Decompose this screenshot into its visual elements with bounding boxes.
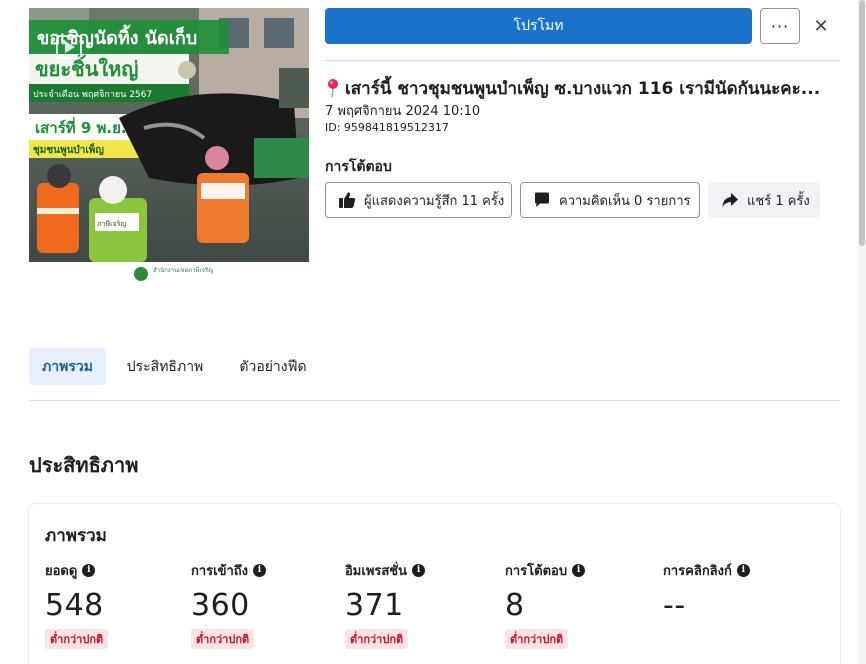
performance-section-title: ประสิทธิภาพ [29, 453, 139, 477]
metric-impressions-value: 371 [345, 588, 404, 623]
metric-engagement-label: การโต้ตอบ [505, 564, 568, 579]
info-icon[interactable]: i [82, 564, 96, 577]
post-thumbnail[interactable]: ขอเชิญนัดทิ้ง นัดเก็บ ขยะชิ้นใหญ่ ประจำเ… [29, 8, 309, 288]
metric-impressions: อิมเพรสชั่น i 371 ต่ำกว่าปกติ [345, 560, 426, 649]
metric-engagement: การโต้ตอบ i 8 ต่ำกว่าปกติ [505, 560, 586, 649]
svg-text:ขยะชิ้นใหญ่: ขยะชิ้นใหญ่ [35, 54, 138, 81]
metric-impressions-label: อิมเพรสชั่น [345, 564, 408, 579]
close-button[interactable]: ✕ [808, 12, 834, 40]
post-insights-panel: ขอเชิญนัดทิ้ง นัดเก็บ ขยะชิ้นใหญ่ ประจำเ… [0, 0, 858, 664]
comments-label: ความคิดเห็น 0 รายการ [559, 193, 691, 209]
metric-views-label: ยอดดู [45, 564, 78, 579]
metric-engagement-badge: ต่ำกว่าปกติ [505, 629, 569, 649]
thumbs-up-icon [339, 192, 356, 208]
post-title-text: เสาร์นี้ ชาวชุมชนพูนบำเพ็ญ ซ.บางแวก 116 … [345, 78, 821, 99]
scrollbar-thumb[interactable] [859, 0, 865, 246]
metric-reach-badge: ต่ำกว่าปกติ [191, 629, 255, 649]
post-date: 7 พฤศจิกายน 2024 10:10 [325, 104, 481, 119]
post-id: ID: 959841819512317 [325, 121, 449, 134]
tab-feed-preview[interactable]: ตัวอย่างฟีด [228, 348, 318, 385]
close-icon: ✕ [813, 15, 829, 37]
info-icon[interactable]: i [412, 564, 426, 577]
tab-performance-label: ประสิทธิภาพ [126, 358, 204, 375]
info-icon[interactable]: i [736, 564, 750, 577]
interactions-label: การโต้ตอบ [325, 159, 392, 175]
header-divider [325, 60, 840, 61]
metric-reach: การเข้าถึง i 360 ต่ำกว่าปกติ [191, 560, 267, 649]
share-arrow-icon [722, 193, 738, 207]
shares-label: แชร์ 1 ครั้ง [747, 193, 810, 209]
metric-views: ยอดดู i 548 ต่ำกว่าปกติ [45, 560, 109, 649]
metric-link-clicks-value: -- [663, 588, 686, 623]
svg-text:ชุมชนพูนบำเพ็ญ: ชุมชนพูนบำเพ็ญ [33, 142, 104, 157]
reactions-label: ผู้แสดงความรู้สึก 11 ครั้ง [364, 193, 505, 209]
tab-overview[interactable]: ภาพรวม [29, 348, 106, 385]
svg-text:สำนักงานเขตภาษีเจริญ: สำนักงานเขตภาษีเจริญ [153, 266, 213, 274]
metric-reach-value: 360 [191, 588, 250, 623]
metric-views-badge: ต่ำกว่าปกติ [45, 629, 109, 649]
shares-button[interactable]: แชร์ 1 ครั้ง [708, 182, 820, 218]
post-title[interactable]: เสาร์นี้ ชาวชุมชนพูนบำเพ็ญ ซ.บางแวก 116 … [325, 76, 840, 100]
svg-text:ประจำเดือน พฤศจิกายน 2567: ประจำเดือน พฤศจิกายน 2567 [33, 89, 152, 100]
tabs-divider [29, 400, 840, 401]
metric-link-clicks: การคลิกลิงก์ i -- [663, 560, 750, 623]
metric-reach-label: การเข้าถึง [191, 564, 249, 579]
tab-overview-label: ภาพรวม [42, 358, 93, 375]
overview-card-title: ภาพรวม [45, 526, 107, 546]
comments-button[interactable]: ความคิดเห็น 0 รายการ [520, 182, 700, 218]
info-icon[interactable]: i [572, 564, 586, 577]
more-options-button[interactable]: ··· [760, 8, 800, 44]
metric-link-clicks-label: การคลิกลิงก์ [663, 564, 732, 579]
tab-feed-preview-label: ตัวอย่างฟีด [239, 358, 307, 375]
comment-icon [535, 192, 549, 207]
metric-engagement-value: 8 [505, 588, 525, 623]
svg-text:ภาษีเจริญ: ภาษีเจริญ [97, 220, 126, 228]
post-thumbnail-image: ขอเชิญนัดทิ้ง นัดเก็บ ขยะชิ้นใหญ่ ประจำเ… [29, 8, 309, 288]
more-dots-icon: ··· [770, 16, 790, 36]
overview-card: ภาพรวม ยอดดู i 548 ต่ำกว่าปกติ การเข้าถึ… [29, 504, 840, 664]
promote-button[interactable]: โปรโมท [325, 8, 752, 44]
reactions-button[interactable]: ผู้แสดงความรู้สึก 11 ครั้ง [325, 182, 512, 218]
pushpin-icon [328, 79, 338, 98]
info-icon[interactable]: i [253, 564, 267, 577]
vertical-scrollbar[interactable] [858, 0, 866, 664]
metric-views-value: 548 [45, 588, 104, 623]
tab-performance[interactable]: ประสิทธิภาพ [118, 348, 212, 385]
metric-impressions-badge: ต่ำกว่าปกติ [345, 629, 409, 649]
